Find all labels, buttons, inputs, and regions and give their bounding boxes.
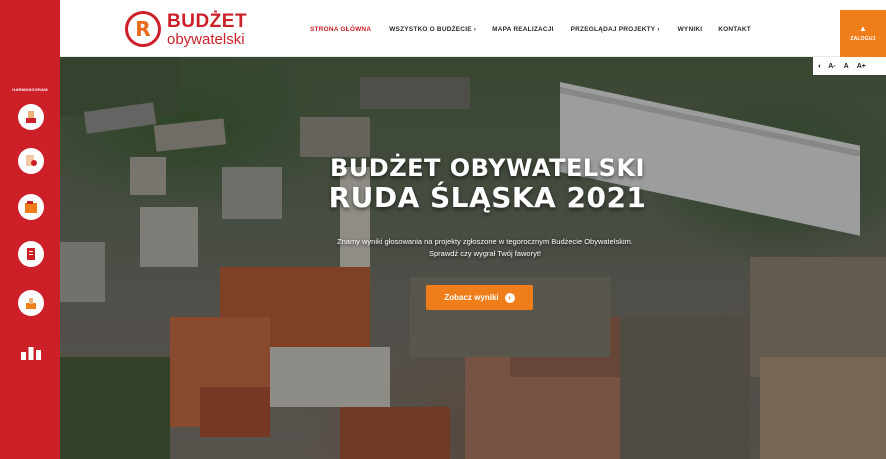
nav-home[interactable]: STRONA GŁÓWNA	[310, 26, 371, 33]
nav-map[interactable]: MAPA REALIZACJI	[492, 26, 554, 33]
sidebar-item-submit[interactable]	[18, 104, 44, 130]
submit-project-icon	[26, 111, 36, 123]
hero-subtitle-line1: Znamy wyniki głosowania na projekty zgło…	[337, 237, 633, 246]
sidebar-item-list[interactable]	[18, 194, 44, 220]
site-logo[interactable]: R BUDŻET obywatelski	[125, 9, 247, 49]
hero-subtitle: Znamy wyniki głosowania na projekty zgło…	[275, 236, 695, 259]
document-icon	[27, 248, 35, 260]
logo-mark-letter: R	[135, 17, 151, 41]
nav-projects[interactable]: PRZEGLĄDAJ PROJEKTY ›	[571, 26, 660, 33]
verification-icon	[26, 155, 37, 166]
hero-title-line2: RUDA ŚLĄSKA 2021	[328, 180, 647, 214]
nav-about-budget[interactable]: WSZYSTKO O BUDŻECIE ›	[389, 26, 476, 33]
login-button[interactable]: ▲ ZALOGUJ	[840, 10, 886, 57]
login-label: ZALOGUJ	[850, 36, 876, 42]
sidebar-item-document[interactable]	[18, 241, 44, 267]
hero-subtitle-line2: Sprawdź czy wygrał Twój faworyt!	[429, 248, 541, 258]
hero-title-line1: BUDŻET OBYWATELSKI	[330, 154, 645, 182]
user-icon: ▲	[859, 24, 867, 33]
voting-icon	[26, 298, 36, 309]
site-header: R BUDŻET obywatelski STRONA GŁÓWNA WSZYS…	[60, 0, 886, 57]
results-icon	[21, 347, 41, 360]
logo-title: BUDŻET	[167, 10, 248, 32]
arrow-right-icon: ›	[504, 292, 515, 303]
nav-results[interactable]: WYNIKI	[678, 26, 703, 33]
see-results-button[interactable]: Zobacz wyniki ›	[426, 285, 533, 310]
main-nav: STRONA GŁÓWNA WSZYSTKO O BUDŻECIE › MAPA…	[310, 26, 751, 33]
list-icon	[25, 201, 37, 213]
schedule-sidebar: HARMONOGRAM	[0, 0, 60, 459]
nav-contact[interactable]: KONTAKT	[718, 26, 751, 33]
logo-mark: R	[125, 11, 161, 47]
see-results-label: Zobacz wyniki	[444, 293, 499, 302]
font-large-button[interactable]: A+	[857, 63, 866, 70]
font-normal-button[interactable]: A	[844, 63, 849, 70]
hero-title: BUDŻET OBYWATELSKI RUDA ŚLĄSKA 2021	[300, 154, 675, 214]
contrast-icon[interactable]: ◐	[818, 63, 822, 70]
font-small-button[interactable]: A-	[828, 63, 835, 70]
sidebar-item-voting[interactable]	[18, 290, 44, 316]
sidebar-item-results[interactable]	[19, 342, 43, 362]
logo-subtitle: obywatelski	[167, 30, 245, 48]
sidebar-heading: HARMONOGRAM	[12, 87, 48, 92]
accessibility-toolbar: ◐ A- A A+	[813, 57, 886, 75]
sidebar-item-verification[interactable]	[18, 148, 44, 174]
